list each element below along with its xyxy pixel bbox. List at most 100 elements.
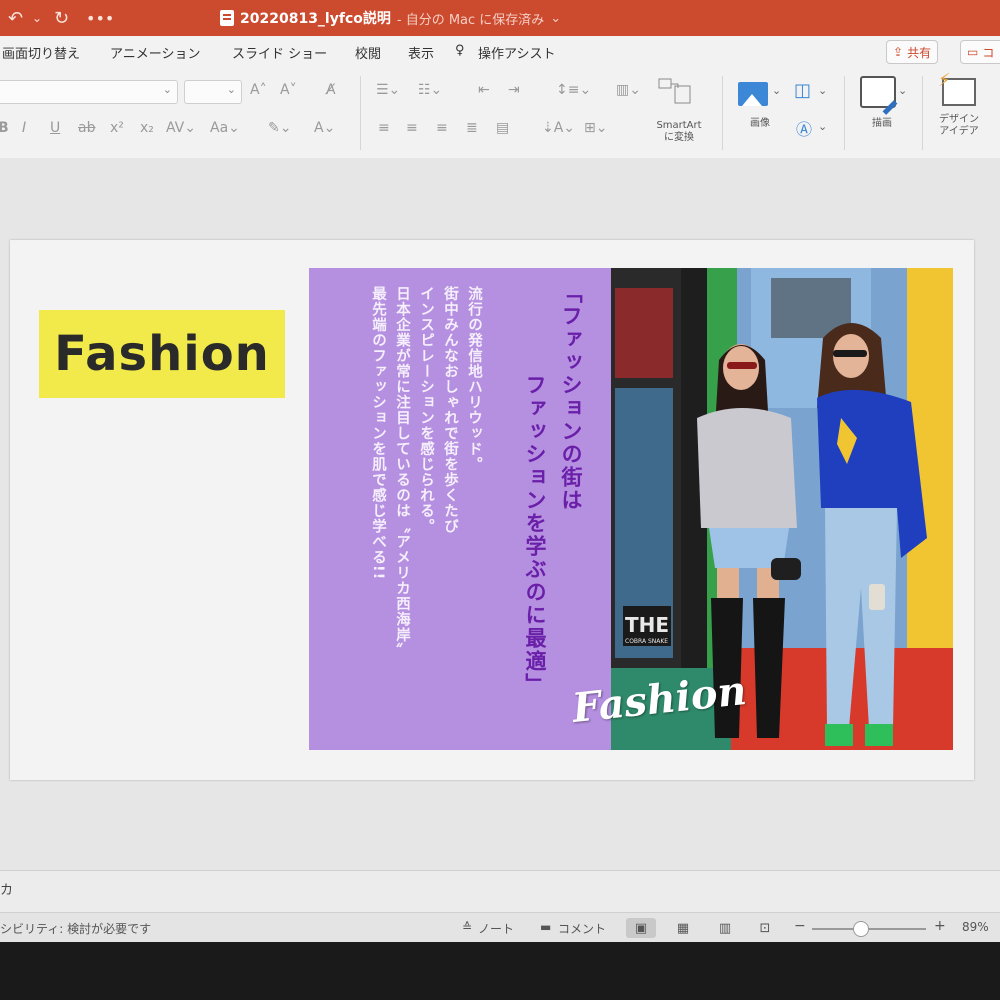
- notes-toggle-button[interactable]: ノート: [478, 920, 514, 937]
- undo-dropdown-icon[interactable]: ⌄: [32, 11, 42, 25]
- slide[interactable]: Fashion 「ファッションの街は ファッションを学ぶのに最適」 流行の発信地…: [10, 240, 974, 780]
- ribbon-tabs: 画面切り替え アニメーション スライド ショー 校閲 表示 ♀ 操作アシスト ⇪…: [0, 36, 1000, 68]
- tab-view[interactable]: 表示: [408, 43, 434, 62]
- slide-sorter-button[interactable]: ▦: [668, 918, 698, 938]
- chevron-down-icon[interactable]: ⌄: [898, 84, 907, 97]
- numbering-icon[interactable]: ☷⌄: [418, 82, 442, 98]
- body-line-4: 日本企業が常に注目しているのは〝アメリカ西海岸〟: [394, 286, 410, 658]
- smartart-label-2: に変換: [664, 132, 694, 143]
- share-button[interactable]: ⇪ 共有: [886, 40, 939, 64]
- text-direction-icon[interactable]: ⇣A⌄: [542, 120, 575, 136]
- chevron-down-icon[interactable]: ⌄: [772, 84, 781, 97]
- design-ideas-icon[interactable]: ⚡: [938, 70, 976, 106]
- comments-button[interactable]: ▭ コ: [960, 40, 1000, 64]
- book-icon: ▥: [718, 920, 732, 936]
- distribute-icon[interactable]: ▤: [496, 120, 509, 136]
- font-size-dropdown[interactable]: ⌄: [184, 80, 242, 104]
- bold-icon[interactable]: B: [0, 120, 9, 136]
- body-line-5: 最先端のファッションを肌で感じ学べる!!: [370, 286, 386, 581]
- body-line-1: 流行の発信地ハリウッド。: [466, 286, 482, 472]
- slideshow-button[interactable]: ⊡: [750, 918, 780, 938]
- monitor-bezel: [0, 942, 1000, 1000]
- picture-icon[interactable]: [738, 82, 768, 106]
- save-status: - 自分の Mac に保存済み: [396, 12, 545, 28]
- chevron-down-icon: ⌄: [162, 83, 172, 96]
- smartart-convert-button[interactable]: SmartArt に変換: [648, 120, 710, 144]
- align-text-icon[interactable]: ⊞⌄: [584, 120, 607, 136]
- chevron-down-icon[interactable]: ⌄: [818, 120, 827, 133]
- design-label-1: デザイン: [939, 114, 979, 125]
- undo-icon[interactable]: ↶: [8, 8, 23, 29]
- smartart-icon[interactable]: [658, 78, 692, 104]
- headline-line-1: 「ファッションの街は: [559, 282, 583, 512]
- superscript-icon[interactable]: x²: [110, 120, 124, 136]
- document-filename: 20220813_lyfco説明: [240, 11, 391, 27]
- body-line-2: 街中みんなおしゃれで街を歩くたび: [442, 286, 458, 534]
- body-line-3: インスピレーションを感じられる。: [418, 286, 434, 534]
- comments-toggle-button[interactable]: コメント: [558, 920, 606, 937]
- columns-icon[interactable]: ▥⌄: [616, 82, 641, 98]
- highlight-icon[interactable]: ✎⌄: [268, 120, 291, 136]
- increase-font-size-icon[interactable]: A˄: [250, 82, 267, 98]
- title-bar: ↶ ⌄ ↻ ••• 20220813_lyfco説明 - 自分の Mac に保存…: [0, 0, 1000, 36]
- decrease-font-size-icon[interactable]: A˅: [280, 82, 297, 98]
- tab-animations[interactable]: アニメーション: [110, 43, 200, 62]
- tab-transitions[interactable]: 画面切り替え: [2, 43, 80, 62]
- align-left-icon[interactable]: ≡: [378, 120, 390, 136]
- lightning-icon: ⚡: [938, 70, 951, 91]
- design-ideas-button[interactable]: デザイン アイデア: [930, 114, 988, 138]
- picture-button-label[interactable]: 画像: [740, 118, 780, 130]
- align-right-icon[interactable]: ≡: [436, 120, 448, 136]
- smartart-label-1: SmartArt: [656, 120, 702, 131]
- title-textbox[interactable]: Fashion: [39, 310, 285, 398]
- chevron-down-icon: ⌄: [550, 10, 562, 26]
- justify-icon[interactable]: ≣: [466, 120, 478, 136]
- notes-pane[interactable]: カ: [0, 870, 1000, 913]
- clear-formatting-icon[interactable]: A̸: [326, 82, 336, 98]
- notes-icon: ≙: [462, 920, 473, 934]
- powerpoint-file-icon: [220, 10, 234, 26]
- comments-label: コ: [982, 45, 995, 60]
- accessibility-status[interactable]: シビリティ: 検討が必要です: [0, 920, 151, 937]
- strikethrough-icon[interactable]: ab: [78, 120, 95, 136]
- change-case-icon[interactable]: Aa⌄: [210, 120, 240, 136]
- zoom-slider-thumb[interactable]: [853, 921, 869, 937]
- purple-text-panel[interactable]: 「ファッションの街は ファッションを学ぶのに最適」 流行の発信地ハリウッド。 街…: [309, 268, 611, 750]
- decrease-indent-icon[interactable]: ⇤: [478, 82, 490, 98]
- draw-button-label[interactable]: 描画: [860, 118, 904, 130]
- textbox-icon[interactable]: Ⓐ: [796, 116, 812, 140]
- normal-view-icon: ▣: [634, 920, 648, 936]
- zoom-level[interactable]: 89%: [962, 920, 989, 934]
- bullets-icon[interactable]: ☰⌄: [376, 82, 400, 98]
- tab-review[interactable]: 校閲: [355, 43, 381, 62]
- headline-line-2: ファッションを学ぶのに最適」: [523, 374, 547, 696]
- tell-me-assist[interactable]: 操作アシスト: [478, 43, 555, 62]
- line-spacing-icon[interactable]: ↕≡⌄: [556, 82, 591, 98]
- divider: [922, 76, 923, 150]
- increase-indent-icon[interactable]: ⇥: [508, 82, 520, 98]
- design-label-2: アイデア: [939, 126, 979, 137]
- italic-icon[interactable]: I: [22, 120, 26, 136]
- chevron-down-icon[interactable]: ⌄: [818, 84, 827, 97]
- normal-view-button[interactable]: ▣: [626, 918, 656, 938]
- subscript-icon[interactable]: x₂: [140, 120, 154, 136]
- tab-slideshow[interactable]: スライド ショー: [232, 43, 327, 62]
- presentation-icon: ⊡: [759, 920, 771, 936]
- draw-icon[interactable]: [860, 76, 896, 108]
- font-name-dropdown[interactable]: ⌄: [0, 80, 178, 104]
- underline-icon[interactable]: U: [50, 120, 60, 136]
- redo-icon[interactable]: ↻: [54, 8, 69, 29]
- zoom-out-button[interactable]: −: [794, 918, 806, 934]
- font-color-icon[interactable]: A⌄: [314, 120, 335, 136]
- more-icon[interactable]: •••: [86, 9, 114, 28]
- character-spacing-icon[interactable]: AV⌄: [166, 120, 196, 136]
- zoom-in-button[interactable]: +: [934, 918, 946, 934]
- align-center-icon[interactable]: ≡: [406, 120, 418, 136]
- reading-view-button[interactable]: ▥: [710, 918, 740, 938]
- zoom-slider-track[interactable]: [812, 928, 926, 930]
- chevron-down-icon: ⌄: [226, 83, 236, 96]
- divider: [844, 76, 845, 150]
- comment-icon: ▬: [540, 920, 552, 934]
- shapes-icon[interactable]: ◫: [794, 80, 811, 101]
- document-title[interactable]: 20220813_lyfco説明 - 自分の Mac に保存済み ⌄: [220, 8, 561, 28]
